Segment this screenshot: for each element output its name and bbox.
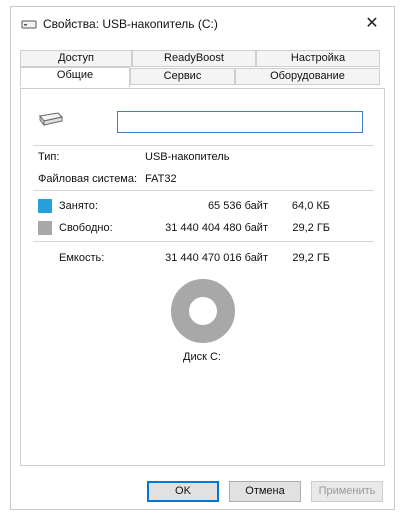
properties-window: Свойства: USB-накопитель (C:) ✕ Доступ R…	[10, 6, 395, 510]
volume-name-input[interactable]	[117, 111, 363, 133]
free-bytes: 31 440 404 480 байт	[165, 222, 268, 234]
ok-button[interactable]: OK	[147, 481, 219, 502]
usb-drive-icon	[21, 20, 37, 29]
separator	[33, 145, 374, 146]
type-label: Тип:	[38, 151, 60, 163]
usb-drive-icon	[39, 112, 63, 127]
apply-button[interactable]: Применить	[311, 481, 383, 502]
title-bar: Свойства: USB-накопитель (C:) ✕	[11, 7, 394, 41]
tab-customize[interactable]: Настройка	[256, 50, 380, 67]
used-space-swatch	[38, 199, 52, 213]
capacity-label: Емкость:	[59, 252, 105, 264]
type-value: USB-накопитель	[145, 151, 230, 163]
capacity-bytes: 31 440 470 016 байт	[165, 252, 268, 264]
used-bytes: 65 536 байт	[207, 200, 268, 212]
filesystem-value: FAT32	[145, 173, 177, 185]
cancel-button[interactable]: Отмена	[229, 481, 301, 502]
close-icon: ✕	[365, 15, 379, 32]
filesystem-label: Файловая система:	[38, 173, 138, 185]
used-size: 64,0 КБ	[291, 200, 330, 212]
tab-hardware[interactable]: Оборудование	[235, 68, 380, 85]
used-label: Занято:	[59, 200, 98, 212]
separator	[33, 241, 374, 242]
free-label: Свободно:	[59, 222, 113, 234]
close-button[interactable]: ✕	[350, 7, 394, 39]
free-space-swatch	[38, 221, 52, 235]
disk-usage-donut	[171, 279, 235, 343]
tab-readyboost[interactable]: ReadyBoost	[132, 50, 256, 67]
capacity-size: 29,2 ГБ	[292, 252, 330, 264]
tab-access[interactable]: Доступ	[20, 50, 132, 67]
disk-label: Диск C:	[183, 351, 221, 363]
separator	[33, 190, 374, 191]
general-panel: Тип: USB-накопитель Файловая система: FA…	[20, 88, 385, 466]
tab-tools[interactable]: Сервис	[130, 68, 235, 85]
free-size: 29,2 ГБ	[292, 222, 330, 234]
window-title: Свойства: USB-накопитель (C:)	[43, 17, 218, 31]
tab-general[interactable]: Общие	[20, 67, 130, 87]
